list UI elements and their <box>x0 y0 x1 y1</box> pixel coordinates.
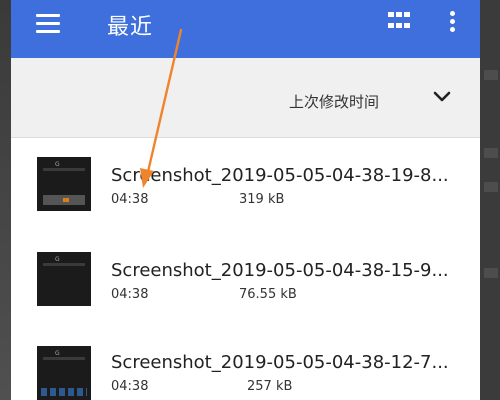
file-name: Screenshot_2019-05-05-04-38-12-7... <box>111 352 449 373</box>
ghost-block <box>484 182 498 192</box>
hamburger-menu-icon[interactable] <box>36 14 60 33</box>
file-list-item[interactable]: G Screenshot_2019-05-05-04-38-19-8... 04… <box>11 139 480 231</box>
file-time: 04:38 <box>111 192 149 207</box>
file-time: 04:38 <box>111 287 149 302</box>
file-size: 319 kB <box>239 192 285 207</box>
ghost-block <box>484 268 498 278</box>
thumbnail-logo: G <box>55 256 60 263</box>
file-list-item[interactable]: G Screenshot_2019-05-05-04-38-15-9... 04… <box>11 232 480 324</box>
sort-bar: 上次修改时间 <box>11 58 480 138</box>
background-right <box>480 0 500 400</box>
file-list-item[interactable]: G Screenshot_2019-05-05-04-38-12-7... 04… <box>11 324 480 400</box>
background-left <box>0 0 11 400</box>
file-name: Screenshot_2019-05-05-04-38-19-8... <box>111 165 449 186</box>
page-title: 最近 <box>107 15 154 40</box>
sort-by-label[interactable]: 上次修改时间 <box>289 91 379 112</box>
ghost-block <box>484 70 498 80</box>
file-thumbnail: G <box>37 252 91 306</box>
ghost-block <box>484 148 498 158</box>
thumbnail-logo: G <box>55 161 60 168</box>
file-thumbnail: G <box>37 346 91 400</box>
file-size: 76.55 kB <box>239 287 297 302</box>
file-size: 257 kB <box>247 379 293 394</box>
grid-view-icon[interactable] <box>388 12 410 32</box>
file-thumbnail: G <box>37 157 91 211</box>
file-name: Screenshot_2019-05-05-04-38-15-9... <box>111 260 449 281</box>
chevron-down-icon[interactable] <box>432 90 452 104</box>
more-vert-icon[interactable] <box>448 11 456 35</box>
file-time: 04:38 <box>111 379 149 394</box>
thumbnail-logo: G <box>55 350 60 357</box>
file-manager-screen: 最近 上次修改时间 G Screenshot_2019-05-05-04-38-… <box>11 0 480 400</box>
app-bar: 最近 <box>11 0 480 58</box>
